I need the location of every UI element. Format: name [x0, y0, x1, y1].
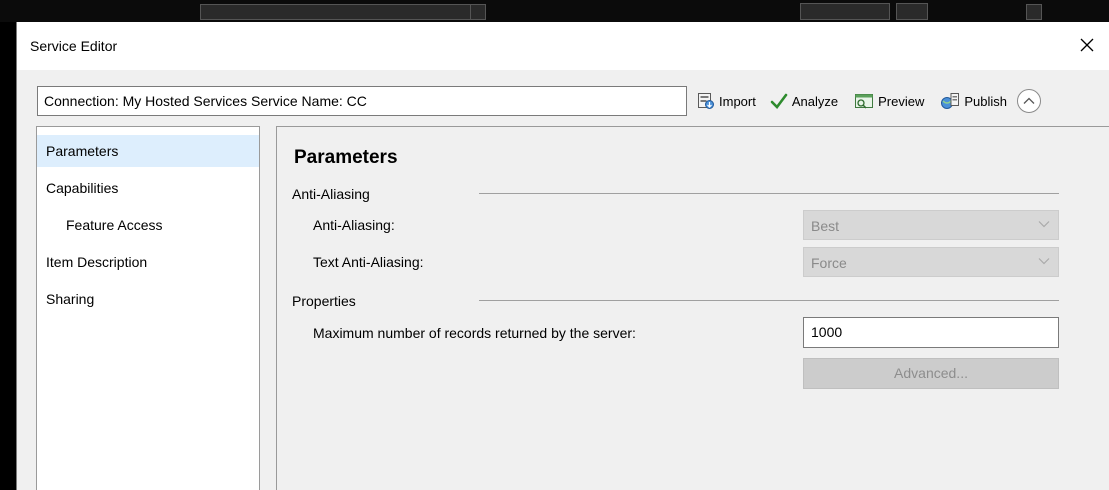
window-title: Service Editor — [30, 38, 118, 54]
nav-item-label: Sharing — [46, 291, 95, 307]
connection-text: Connection: My Hosted Services Service N… — [44, 93, 367, 109]
max-records-label: Maximum number of records returned by th… — [313, 325, 636, 341]
advanced-button[interactable]: Advanced... — [803, 358, 1059, 389]
close-icon — [1080, 38, 1094, 52]
preview-icon — [855, 94, 874, 109]
nav-item-feature-access[interactable]: Feature Access — [37, 209, 259, 241]
import-icon — [698, 93, 714, 109]
background-fragment — [1026, 4, 1042, 20]
preview-label: Preview — [878, 93, 925, 109]
import-label: Import — [719, 93, 756, 109]
navigation-panel: Parameters Capabilities Feature Access I… — [36, 126, 260, 490]
nav-item-parameters[interactable]: Parameters — [37, 135, 259, 167]
background-fragment — [200, 4, 472, 20]
max-records-input[interactable]: 1000 — [803, 317, 1059, 348]
background-fragment — [470, 4, 486, 20]
section-divider — [479, 193, 1059, 194]
text-anti-aliasing-select[interactable]: Force — [803, 247, 1059, 277]
publish-button[interactable]: Publish — [936, 88, 1011, 114]
background-window-strip — [0, 0, 1109, 22]
background-fragment — [800, 3, 890, 20]
nav-item-label: Item Description — [46, 254, 148, 270]
anti-aliasing-select[interactable]: Best — [803, 210, 1059, 240]
service-editor-dialog: Service Editor Connection: My Hosted Ser… — [16, 22, 1109, 490]
parameters-panel: Parameters Anti-Aliasing Anti-Aliasing: … — [276, 126, 1109, 490]
anti-aliasing-label: Anti-Aliasing: — [313, 217, 395, 233]
background-fragment — [896, 3, 928, 20]
checkmark-icon — [770, 93, 788, 109]
connection-info-box: Connection: My Hosted Services Service N… — [37, 86, 687, 116]
collapse-button[interactable] — [1016, 89, 1041, 113]
nav-item-capabilities[interactable]: Capabilities — [37, 172, 259, 204]
publish-label: Publish — [964, 93, 1007, 109]
nav-item-sharing[interactable]: Sharing — [37, 283, 259, 315]
toolbar: Import Analyze Preview Publish — [693, 86, 1041, 116]
chevron-up-icon — [1023, 97, 1035, 104]
text-anti-aliasing-value: Force — [811, 255, 847, 271]
section-divider — [479, 300, 1059, 301]
preview-button[interactable]: Preview — [850, 88, 928, 114]
nav-item-label: Parameters — [46, 143, 119, 159]
analyze-button[interactable]: Analyze — [766, 88, 842, 114]
nav-item-item-description[interactable]: Item Description — [37, 246, 259, 278]
anti-aliasing-value: Best — [811, 218, 840, 234]
chevron-down-icon — [1038, 258, 1050, 265]
publish-icon — [941, 93, 960, 109]
chevron-down-icon — [1038, 221, 1050, 228]
title-bar: Service Editor — [17, 22, 1109, 70]
section-title-properties: Properties — [292, 293, 356, 309]
page-title: Parameters — [294, 147, 398, 168]
section-title-anti-aliasing: Anti-Aliasing — [292, 186, 370, 202]
nav-item-label: Feature Access — [66, 217, 163, 233]
analyze-label: Analyze — [791, 93, 839, 109]
text-anti-aliasing-label: Text Anti-Aliasing: — [313, 254, 424, 270]
close-button[interactable] — [1074, 32, 1100, 58]
nav-item-label: Capabilities — [46, 180, 119, 196]
import-button[interactable]: Import — [693, 88, 760, 114]
max-records-value: 1000 — [811, 324, 843, 340]
